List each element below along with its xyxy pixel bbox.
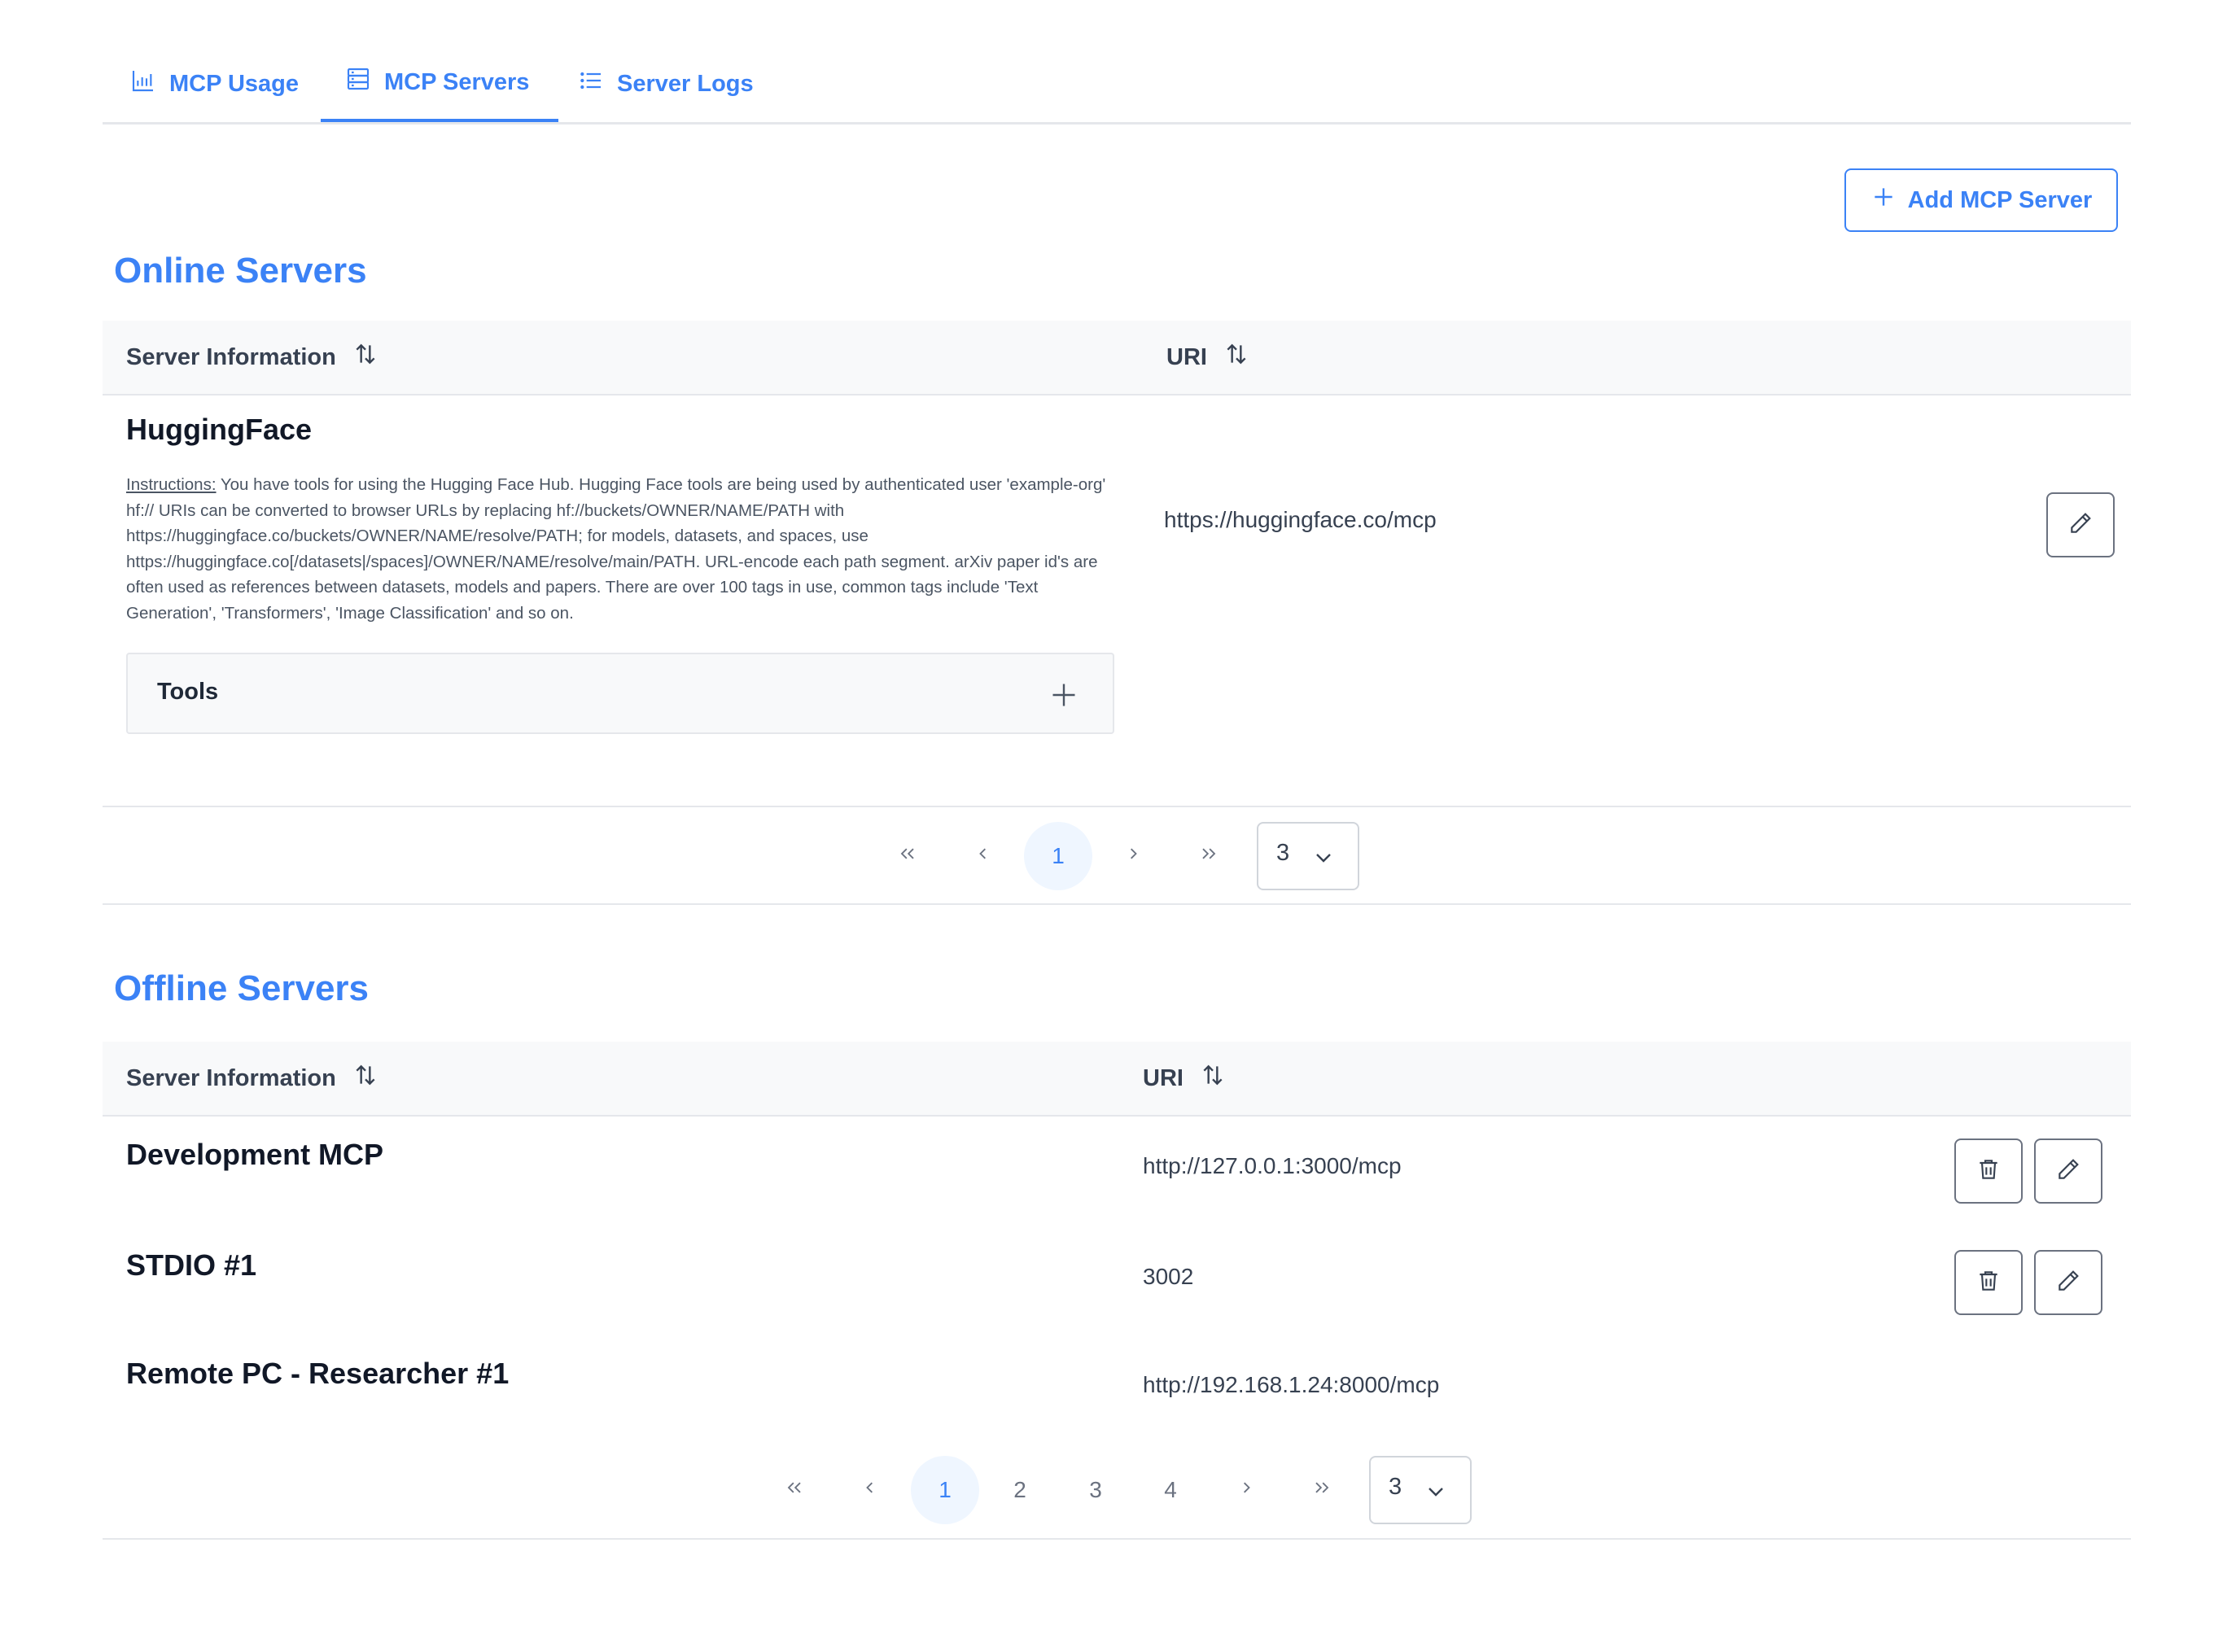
divider bbox=[103, 903, 2131, 905]
chevron-right-icon bbox=[1122, 842, 1144, 871]
divider bbox=[103, 1538, 2131, 1540]
server-name: HuggingFace bbox=[126, 413, 313, 446]
page-button[interactable]: 2 bbox=[986, 1456, 1054, 1524]
delete-server-button[interactable] bbox=[1954, 1250, 2023, 1315]
sort-server-information[interactable]: Server Information bbox=[126, 1042, 378, 1115]
instructions-label: Instructions: bbox=[126, 475, 217, 494]
server-instructions: Instructions: You have tools for using t… bbox=[126, 472, 1111, 626]
page-button[interactable]: 4 bbox=[1136, 1456, 1205, 1524]
double-chevron-left-icon bbox=[896, 842, 919, 871]
server-icon bbox=[345, 66, 371, 98]
trash-icon bbox=[1975, 1268, 2002, 1298]
server-uri: 3002 bbox=[1143, 1264, 1194, 1289]
page-button[interactable]: 1 bbox=[911, 1456, 979, 1524]
offline-servers-title: Offline Servers bbox=[114, 968, 370, 1008]
chevron-left-icon bbox=[859, 1476, 882, 1505]
prev-page-button[interactable] bbox=[836, 1456, 904, 1524]
tab-label: MCP Servers bbox=[384, 68, 530, 95]
mcp-page: MCP Usage MCP Servers Server Logs Add MC… bbox=[0, 0, 2227, 1652]
column-header-label: URI bbox=[1166, 343, 1207, 370]
tools-label: Tools bbox=[157, 679, 219, 705]
sort-arrows-icon bbox=[352, 1062, 378, 1095]
rows-per-page-value: 3 bbox=[1276, 840, 1290, 866]
add-mcp-server-button[interactable]: Add MCP Server bbox=[1844, 168, 2118, 232]
next-page-button[interactable] bbox=[1212, 1456, 1280, 1524]
server-name: STDIO #1 bbox=[126, 1248, 257, 1282]
page-button[interactable]: 3 bbox=[1061, 1456, 1130, 1524]
pencil-icon bbox=[2067, 510, 2094, 540]
column-header-label: URI bbox=[1143, 1064, 1184, 1091]
sort-uri[interactable]: URI bbox=[1143, 1042, 1226, 1115]
page-button[interactable]: 1 bbox=[1024, 822, 1092, 890]
sort-server-information[interactable]: Server Information bbox=[126, 321, 378, 394]
pencil-icon bbox=[2055, 1156, 2081, 1187]
online-servers-title: Online Servers bbox=[114, 251, 367, 291]
column-header-label: Server Information bbox=[126, 343, 336, 370]
rows-per-page-select[interactable]: 3 bbox=[1257, 822, 1359, 890]
add-mcp-server-label: Add MCP Server bbox=[1907, 186, 2093, 213]
tab-bar: MCP Usage MCP Servers Server Logs bbox=[103, 46, 2131, 125]
tab-label: MCP Usage bbox=[169, 70, 300, 97]
rows-per-page-select[interactable]: 3 bbox=[1369, 1456, 1472, 1524]
bar-chart-icon bbox=[130, 68, 156, 100]
tab-label: Server Logs bbox=[617, 70, 754, 97]
sort-arrows-icon bbox=[1223, 341, 1249, 374]
server-name: Development MCP bbox=[126, 1138, 384, 1171]
next-page-button[interactable] bbox=[1099, 822, 1167, 890]
trash-icon bbox=[1975, 1156, 2002, 1187]
tools-accordion[interactable]: Tools bbox=[126, 653, 1114, 734]
offline-table-header: Server Information URI bbox=[103, 1042, 2131, 1117]
pencil-icon bbox=[2055, 1268, 2081, 1298]
sort-arrows-icon bbox=[1200, 1062, 1226, 1095]
edit-server-button[interactable] bbox=[2034, 1250, 2102, 1315]
server-uri: http://127.0.0.1:3000/mcp bbox=[1143, 1153, 1402, 1178]
double-chevron-left-icon bbox=[783, 1476, 806, 1505]
server-uri: https://huggingface.co/mcp bbox=[1164, 507, 1437, 532]
expand-plus-icon[interactable] bbox=[1049, 680, 1078, 710]
tab-mcp-servers[interactable]: MCP Servers bbox=[321, 46, 559, 122]
edit-server-button[interactable] bbox=[2034, 1138, 2102, 1204]
sort-uri[interactable]: URI bbox=[1166, 321, 1249, 394]
plus-icon bbox=[1870, 184, 1897, 216]
rows-per-page-value: 3 bbox=[1389, 1474, 1402, 1500]
first-page-button[interactable] bbox=[760, 1456, 829, 1524]
list-icon bbox=[578, 68, 604, 100]
prev-page-button[interactable] bbox=[949, 822, 1017, 890]
last-page-button[interactable] bbox=[1288, 1456, 1356, 1524]
instructions-text: You have tools for using the Hugging Fac… bbox=[126, 475, 1106, 623]
double-chevron-right-icon bbox=[1197, 842, 1220, 871]
chevron-right-icon bbox=[1235, 1476, 1258, 1505]
double-chevron-right-icon bbox=[1310, 1476, 1333, 1505]
delete-server-button[interactable] bbox=[1954, 1138, 2023, 1204]
last-page-button[interactable] bbox=[1175, 822, 1243, 890]
tab-server-logs[interactable]: Server Logs bbox=[578, 46, 754, 122]
server-uri: http://192.168.1.24:8000/mcp bbox=[1143, 1372, 1440, 1397]
chevron-left-icon bbox=[972, 842, 995, 871]
sort-arrows-icon bbox=[352, 341, 378, 374]
first-page-button[interactable] bbox=[873, 822, 942, 890]
divider bbox=[103, 806, 2131, 807]
column-header-label: Server Information bbox=[126, 1064, 336, 1091]
server-name: Remote PC - Researcher #1 bbox=[126, 1357, 510, 1390]
edit-server-button[interactable] bbox=[2046, 492, 2115, 557]
online-table-header: Server Information URI bbox=[103, 321, 2131, 396]
tab-mcp-usage[interactable]: MCP Usage bbox=[130, 46, 299, 122]
